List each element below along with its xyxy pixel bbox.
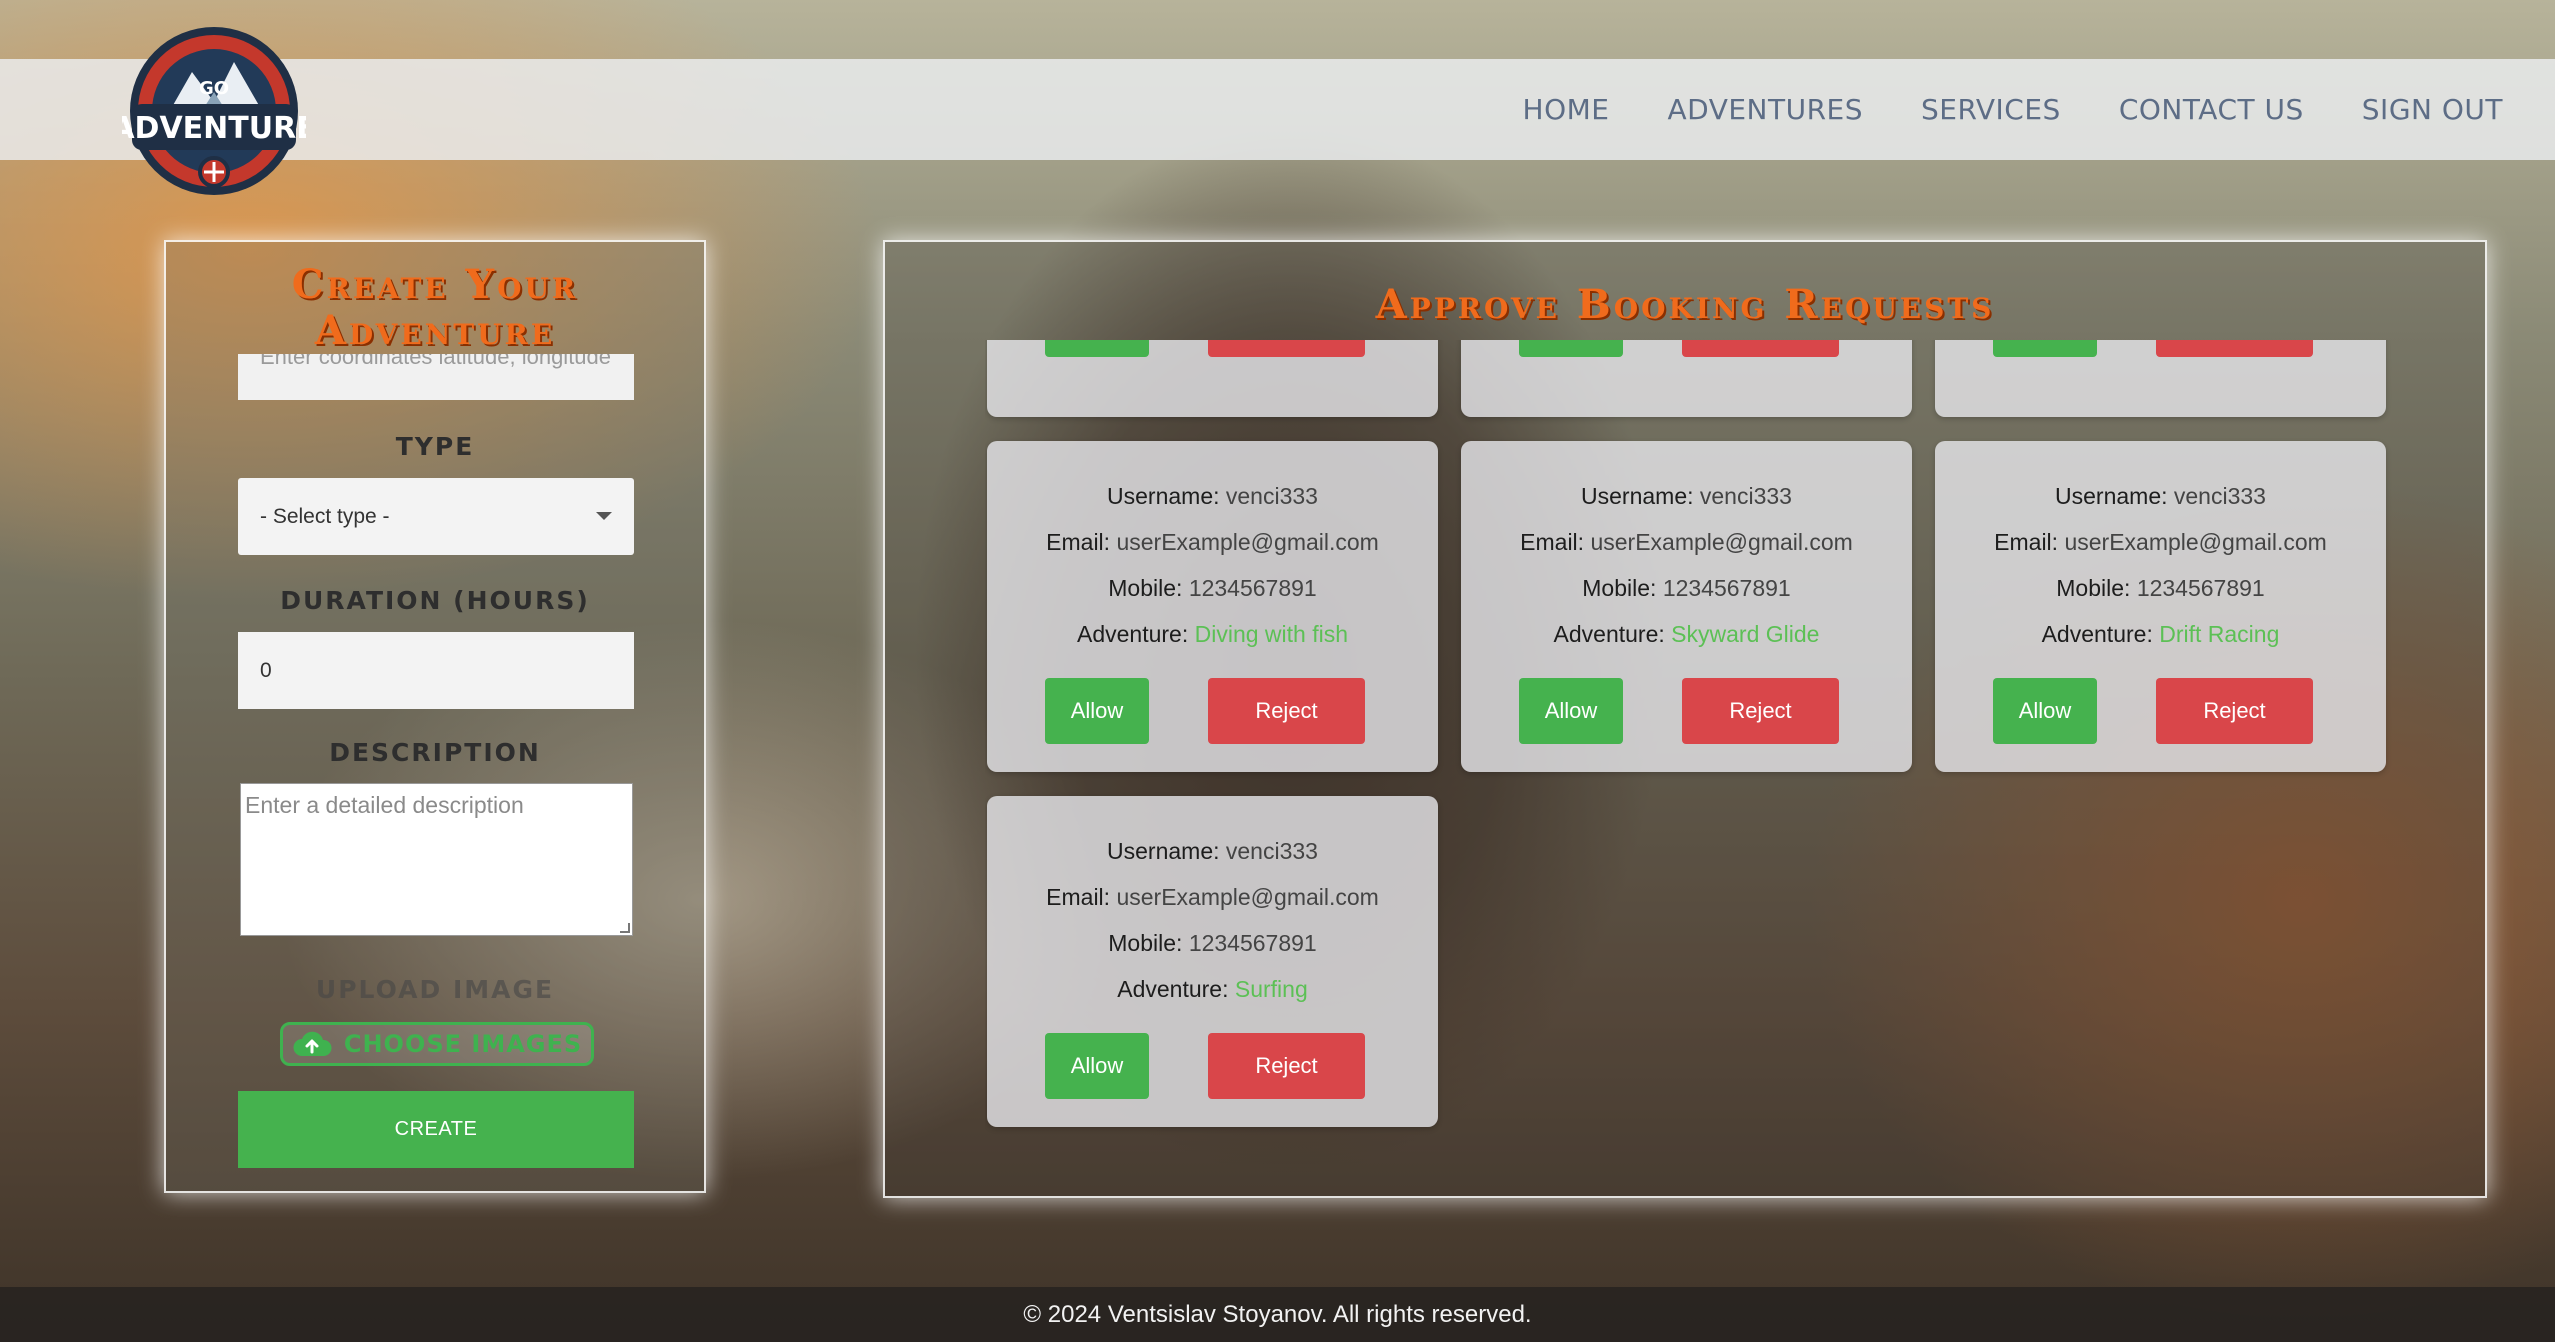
type-select-value: - Select type - — [260, 504, 390, 528]
username-line: Username: venci333 — [1581, 483, 1792, 509]
duration-input[interactable]: 0 — [238, 632, 634, 709]
adventure-value: Diving with fish — [1194, 621, 1349, 647]
description-textarea[interactable]: Enter a detailed description — [240, 783, 633, 936]
username-value: venci333 — [1225, 838, 1318, 864]
choose-images-button[interactable]: CHOOSE IMAGES — [280, 1022, 594, 1066]
mobile-value: 1234567891 — [1662, 575, 1791, 601]
booking-card: Username: venci333 Email: userExample@gm… — [987, 796, 1438, 1127]
adventure-value: Surfing — [1234, 976, 1308, 1002]
reject-button[interactable]: Reject — [1208, 340, 1365, 357]
duration-label: DURATION (HOURS) — [280, 586, 590, 615]
reject-button[interactable]: Reject — [2156, 678, 2313, 744]
nav-contact-us[interactable]: CONTACT US — [2119, 93, 2304, 126]
chevron-down-icon — [596, 512, 612, 520]
username-value: venci333 — [1699, 483, 1792, 509]
resize-handle-icon[interactable] — [620, 923, 630, 933]
footer: © 2024 Ventsislav Stoyanov. All rights r… — [0, 1287, 2555, 1342]
allow-button[interactable]: Allow — [1519, 340, 1623, 357]
username-value: venci333 — [1225, 483, 1318, 509]
type-label: TYPE — [395, 432, 475, 461]
type-select[interactable]: - Select type - — [238, 478, 634, 555]
username-line: Username: venci333 — [1107, 838, 1318, 864]
copyright-text: © 2024 Ventsislav Stoyanov. All rights r… — [1023, 1300, 1532, 1328]
allow-button[interactable]: Allow — [1519, 678, 1623, 744]
booking-card: Username: venci333 Email: userExample@gm… — [1461, 441, 1912, 772]
username-line: Username: venci333 — [2055, 483, 2266, 509]
booking-card-partial: Allow Reject — [987, 340, 1438, 417]
mobile-value: 1234567891 — [1188, 930, 1317, 956]
reject-button[interactable]: Reject — [1682, 678, 1839, 744]
go-adventure-logo[interactable]: GO ADVENTURE — [111, 22, 317, 200]
description-label: DESCRIPTION — [329, 738, 541, 767]
mobile-line: Mobile: 1234567891 — [2056, 575, 2265, 601]
nav-adventures[interactable]: ADVENTURES — [1667, 93, 1863, 126]
reject-button[interactable]: Reject — [2156, 340, 2313, 357]
duration-value: 0 — [260, 658, 272, 682]
mobile-line: Mobile: 1234567891 — [1582, 575, 1791, 601]
description-placeholder: Enter a detailed description — [245, 792, 524, 818]
adventure-line: Adventure: Diving with fish — [1076, 621, 1349, 647]
booking-requests-title: Approve Booking Requests — [1375, 281, 1995, 328]
main-nav: HOME ADVENTURES SERVICES CONTACT US SIGN… — [1523, 59, 2503, 160]
email-line: Email: userExample@gmail.com — [1046, 884, 1379, 910]
coordinates-input[interactable]: Enter coordinates latitude, longitude — [238, 354, 634, 400]
mobile-line: Mobile: 1234567891 — [1108, 930, 1317, 956]
booking-requests-panel: Approve Booking Requests Allow Reject Al… — [883, 240, 2487, 1198]
allow-button[interactable]: Allow — [1045, 1033, 1149, 1099]
email-value: userExample@gmail.com — [1116, 884, 1379, 910]
username-line: Username: venci333 — [1107, 483, 1318, 509]
adventure-value: Skyward Glide — [1671, 621, 1820, 647]
nav-services[interactable]: SERVICES — [1921, 93, 2061, 126]
email-value: userExample@gmail.com — [1590, 529, 1853, 555]
username-value: venci333 — [2173, 483, 2266, 509]
email-line: Email: userExample@gmail.com — [1046, 529, 1379, 555]
create-adventure-panel: Create Your Adventure Enter coordinates … — [164, 240, 706, 1193]
email-line: Email: userExample@gmail.com — [1994, 529, 2327, 555]
reject-button[interactable]: Reject — [1208, 1033, 1365, 1099]
mobile-value: 1234567891 — [2136, 575, 2265, 601]
booking-card-partial: Allow Reject — [1461, 340, 1912, 417]
email-value: userExample@gmail.com — [1116, 529, 1379, 555]
logo-main-text: ADVENTURE — [122, 111, 306, 146]
email-value: userExample@gmail.com — [2064, 529, 2327, 555]
logo-top-text: GO — [199, 78, 229, 99]
nav-home[interactable]: HOME — [1523, 93, 1610, 126]
upload-image-label: UPLOAD IMAGE — [315, 975, 555, 1004]
allow-button[interactable]: Allow — [1993, 340, 2097, 357]
allow-button[interactable]: Allow — [1045, 340, 1149, 357]
adventure-line: Adventure: Skyward Glide — [1553, 621, 1820, 647]
booking-card: Username: venci333 Email: userExample@gm… — [987, 441, 1438, 772]
allow-button[interactable]: Allow — [1045, 678, 1149, 744]
reject-button[interactable]: Reject — [1208, 678, 1365, 744]
create-button[interactable]: CREATE — [238, 1091, 634, 1168]
coordinates-placeholder: Enter coordinates latitude, longitude — [260, 354, 612, 369]
reject-button[interactable]: Reject — [1682, 340, 1839, 357]
cloud-upload-icon — [292, 1030, 332, 1058]
booking-card-partial: Allow Reject — [1935, 340, 2386, 417]
booking-card: Username: venci333 Email: userExample@gm… — [1935, 441, 2386, 772]
mobile-line: Mobile: 1234567891 — [1108, 575, 1317, 601]
create-title-line2: Adventure — [314, 307, 556, 354]
allow-button[interactable]: Allow — [1993, 678, 2097, 744]
create-title-line1: Create Your — [291, 261, 579, 308]
choose-images-label: CHOOSE IMAGES — [343, 1030, 583, 1058]
email-line: Email: userExample@gmail.com — [1520, 529, 1853, 555]
adventure-value: Drift Racing — [2159, 621, 2280, 647]
adventure-line: Adventure: Drift Racing — [2041, 621, 2280, 647]
nav-sign-out[interactable]: SIGN OUT — [2362, 93, 2503, 126]
create-adventure-title: Create Your Adventure — [166, 262, 704, 354]
mobile-value: 1234567891 — [1188, 575, 1317, 601]
adventure-line: Adventure: Surfing — [1117, 976, 1308, 1002]
booking-cards-scroll-area[interactable]: Allow Reject Allow Reject Allow Reject U… — [985, 340, 2425, 1170]
